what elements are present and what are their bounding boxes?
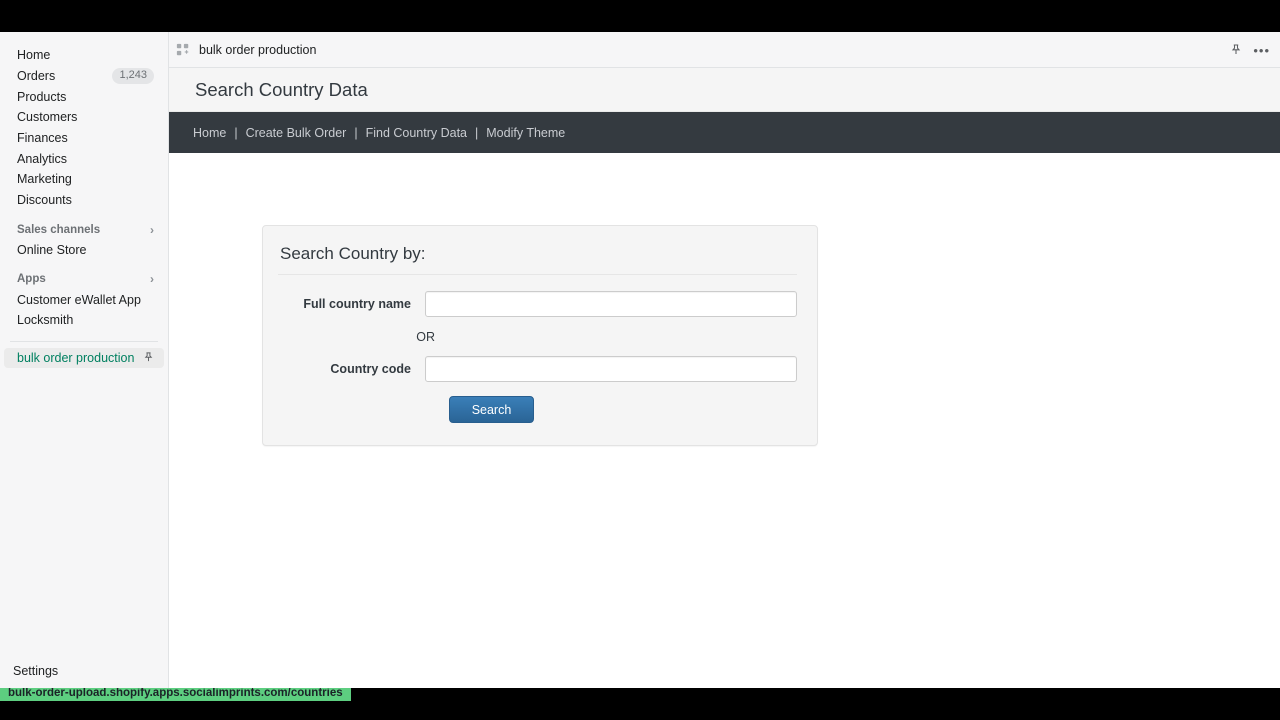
navbar-separator: | xyxy=(234,125,238,140)
sidebar-item-products[interactable]: Products xyxy=(4,86,164,107)
sidebar-item-marketing[interactable]: Marketing xyxy=(4,169,164,190)
app-title-bar: bulk order production ••• xyxy=(169,32,1280,68)
sidebar-item-label: Customers xyxy=(17,110,78,125)
sidebar-item-label: Products xyxy=(17,89,67,104)
form-row-full-country-name: Full country name xyxy=(278,291,797,317)
more-options-icon[interactable]: ••• xyxy=(1253,44,1270,57)
sidebar-item-label: Settings xyxy=(13,664,59,678)
app-navbar: Home | Create Bulk Order | Find Country … xyxy=(169,112,1280,153)
sidebar-item-home[interactable]: Home xyxy=(4,45,164,66)
chevron-right-icon: › xyxy=(150,222,154,237)
sidebar-item-bulk-order-production[interactable]: bulk order production xyxy=(4,347,164,369)
form-row-actions: Search xyxy=(278,396,797,423)
sidebar-item-label: bulk order production xyxy=(17,350,135,365)
sidebar-item-label: Online Store xyxy=(17,242,87,257)
sidebar-item-customer-ewallet-app[interactable]: Customer eWallet App xyxy=(4,289,164,310)
sidebar-section-label: Sales channels xyxy=(17,223,101,236)
sidebar: Home Orders 1,243 Products Customers Fin… xyxy=(0,32,169,688)
search-country-card: Search Country by: Full country name OR … xyxy=(262,225,818,446)
button-spacer xyxy=(278,396,449,423)
sidebar-section-sales-channels[interactable]: Sales channels › xyxy=(4,220,164,240)
embedded-app-area: bulk order production ••• Search Country… xyxy=(169,32,1280,688)
search-button[interactable]: Search xyxy=(449,396,534,423)
sidebar-item-locksmith[interactable]: Locksmith xyxy=(4,310,164,331)
app-title: bulk order production xyxy=(199,42,317,57)
sidebar-item-label: Customer eWallet App xyxy=(17,292,141,307)
page-header: Search Country Data xyxy=(169,68,1280,112)
page-title: Search Country Data xyxy=(195,78,368,100)
sidebar-item-customers[interactable]: Customers xyxy=(4,107,164,128)
navbar-link-home[interactable]: Home xyxy=(193,126,226,140)
sidebar-item-online-store[interactable]: Online Store xyxy=(4,240,164,261)
page-content: Search Country by: Full country name OR … xyxy=(169,153,1280,687)
full-country-name-label: Full country name xyxy=(303,297,411,311)
country-code-label: Country code xyxy=(330,362,411,376)
navbar-separator: | xyxy=(354,125,358,140)
sidebar-item-label: Marketing xyxy=(17,172,72,187)
pin-icon[interactable] xyxy=(1230,43,1242,58)
sidebar-item-settings[interactable]: Settings xyxy=(0,664,169,678)
sidebar-item-label: Discounts xyxy=(17,193,72,208)
sidebar-item-finances[interactable]: Finances xyxy=(4,128,164,149)
sidebar-section-apps[interactable]: Apps › xyxy=(4,269,164,289)
sidebar-item-label: Analytics xyxy=(17,151,68,166)
app-shell: Home Orders 1,243 Products Customers Fin… xyxy=(0,32,1280,688)
sidebar-item-label: Locksmith xyxy=(17,313,74,328)
sidebar-item-label: Home xyxy=(17,48,51,63)
status-bar-url: bulk-order-upload.shopify.apps.socialimp… xyxy=(8,688,343,699)
sidebar-primary-nav: Home Orders 1,243 Products Customers Fin… xyxy=(0,32,168,369)
link-preview-status-bar: bulk-order-upload.shopify.apps.socialimp… xyxy=(0,688,351,701)
navbar-link-modify-theme[interactable]: Modify Theme xyxy=(486,126,565,140)
apps-grid-icon xyxy=(176,43,190,57)
orders-count-badge: 1,243 xyxy=(112,68,154,85)
card-title: Search Country by: xyxy=(278,244,797,275)
country-code-input[interactable] xyxy=(424,356,797,382)
app-bar-actions: ••• xyxy=(1230,32,1270,68)
navbar-link-find-country-data[interactable]: Find Country Data xyxy=(366,126,467,140)
full-country-name-input[interactable] xyxy=(424,291,797,317)
form-row-or: OR xyxy=(278,330,797,344)
sidebar-item-orders[interactable]: Orders 1,243 xyxy=(4,66,164,87)
pin-icon[interactable] xyxy=(143,351,154,365)
browser-chrome-top xyxy=(0,0,1280,32)
sidebar-item-discounts[interactable]: Discounts xyxy=(4,190,164,211)
navbar-separator: | xyxy=(475,125,479,140)
or-label: OR xyxy=(416,330,435,344)
navbar-link-create-bulk-order[interactable]: Create Bulk Order xyxy=(246,126,347,140)
sidebar-divider xyxy=(10,340,158,342)
browser-chrome-bottom xyxy=(0,701,1280,720)
chevron-right-icon: › xyxy=(150,272,154,287)
sidebar-item-label: Finances xyxy=(17,131,68,146)
sidebar-item-analytics[interactable]: Analytics xyxy=(4,148,164,169)
sidebar-item-label: Orders xyxy=(17,69,56,84)
form-row-country-code: Country code xyxy=(278,356,797,382)
sidebar-section-label: Apps xyxy=(17,273,46,286)
